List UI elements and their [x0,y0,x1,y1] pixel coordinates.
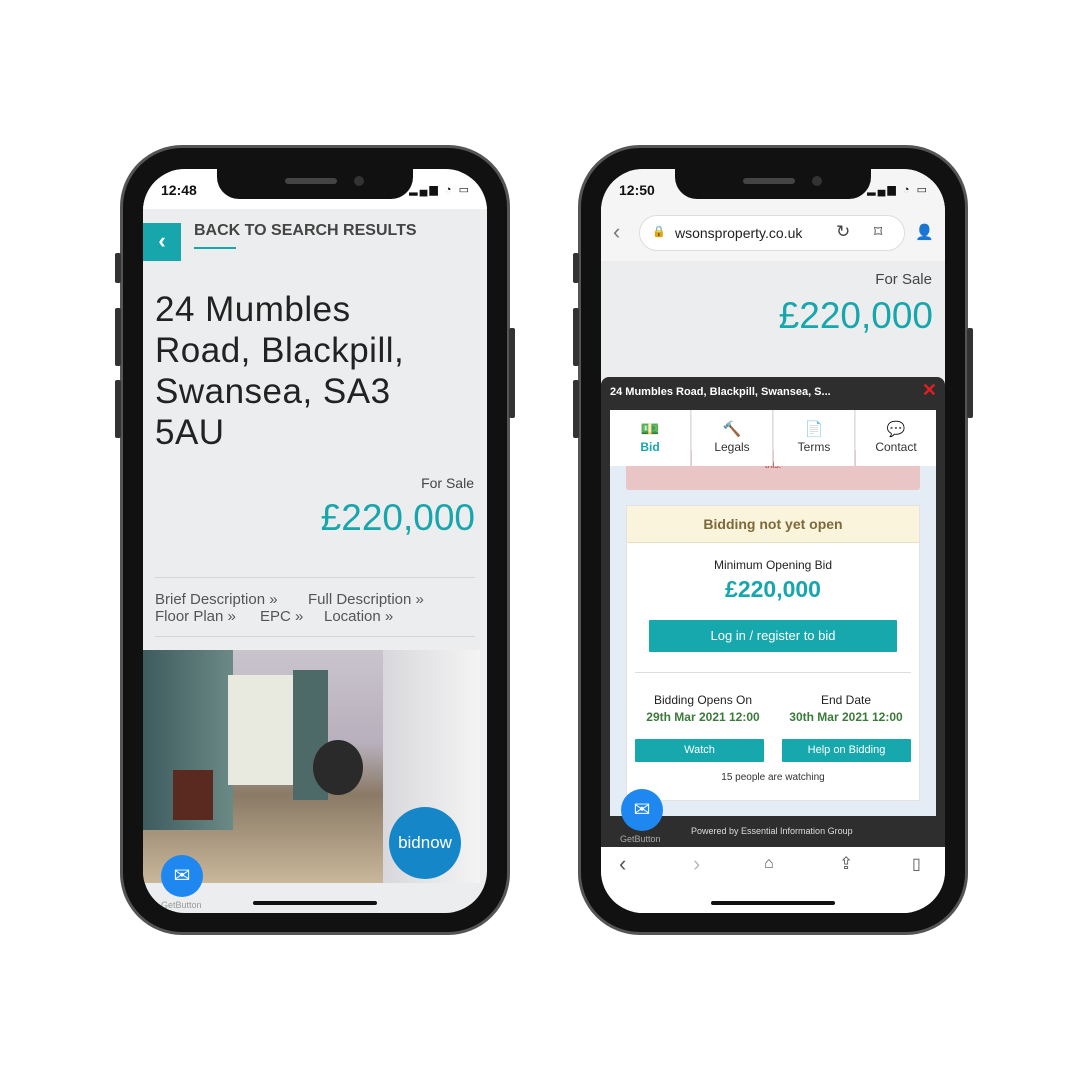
messenger-button[interactable]: ✉ [621,789,663,831]
powered-by: Powered by Essential Information Group [691,826,853,836]
back-to-results-link[interactable]: BACK TO SEARCH RESULTS [194,222,417,240]
end-label: End Date [820,693,872,707]
brief-description-link[interactable]: Brief Description » [155,591,278,608]
back-icon[interactable]: ‹ [613,219,620,245]
getbutton-label: GetButton [161,900,202,910]
help-on-bidding-button[interactable]: Help on Bidding [782,739,911,762]
page-title: 24 Mumbles Road, Blackpill, Swansea, SA3… [155,290,405,452]
for-sale-label: For Sale [421,475,474,491]
price: £220,000 [320,497,475,538]
tab-terms[interactable]: 📄 Terms [774,410,855,466]
tab-label: Terms [797,440,831,454]
bookmark-icon[interactable]: ⌑ [874,222,882,242]
url-text: wsonsproperty.co.uk [675,225,803,241]
login-register-button[interactable]: Log in / register to bid [649,620,897,652]
clock: 12:50 [619,182,655,198]
tab-label: Legals [714,440,750,454]
gavel-icon: 🔨 [722,421,742,438]
location-link[interactable]: Location » [324,608,393,625]
bid-panel: Bidding not yet open Minimum Opening Bid… [626,505,920,801]
signal-wifi-battery-icon: ▂▄▆ ◔ ▭ [409,184,471,196]
full-description-link[interactable]: Full Description » [308,591,424,608]
modal-body: this. 💵Bid 🔨Legals 📄Terms 💬Contact Biddi… [610,410,936,816]
clock: 12:48 [161,182,197,198]
money-icon: 💵 [640,421,660,438]
watch-button[interactable]: Watch [635,739,764,762]
bid-modal: 24 Mumbles Road, Blackpill, Swansea, S..… [601,377,945,847]
nav-back-icon[interactable]: ‹ [619,851,626,877]
min-bid-value: £220,000 [725,576,821,602]
chevron-left-icon: ‹ [158,228,166,253]
home-icon[interactable]: ⌂ [764,855,774,873]
watching-count: 15 people are watching [721,772,825,783]
left-phone: 12:48 ▂▄▆ ◔ ▭ ‹ BACK TO SEARCH RESULTS 2… [115,145,515,935]
bidnow-button[interactable]: bidnow [389,807,461,879]
opens-value: 29th Mar 2021 12:00 [646,710,760,724]
back-button[interactable]: ‹ [143,223,181,261]
address-bar[interactable]: 🔒 wsonsproperty.co.uk ↻ ⌑ [639,215,905,251]
getbutton-label: GetButton [620,834,661,844]
document-icon: 📄 [804,421,824,438]
min-bid-label: Minimum Opening Bid [713,558,833,572]
for-sale-label: For Sale [875,271,932,288]
signal-wifi-battery-icon: ▂▄▆ ◔ ▭ [867,184,929,196]
voice-icon[interactable]: 👤 [915,223,934,241]
tab-bid[interactable]: 💵 Bid [610,410,691,466]
bidnow-label-a: bid [398,833,421,852]
tab-label: Contact [875,440,917,454]
tabs-icon[interactable]: ▯ [912,854,921,874]
bidnow-label-b: now [420,833,452,852]
nav-forward-icon[interactable]: › [693,851,700,877]
chat-icon: 💬 [886,421,906,438]
tab-contact[interactable]: 💬 Contact [856,410,936,466]
price: £220,000 [778,295,933,336]
messenger-icon: ✉ [633,799,651,821]
tab-label: Bid [640,440,660,454]
messenger-icon: ✉ [173,865,191,887]
end-value: 30th Mar 2021 12:00 [789,710,903,724]
share-icon[interactable]: ⇪ [839,854,853,874]
epc-link[interactable]: EPC » [260,608,303,625]
tab-legals[interactable]: 🔨 Legals [692,410,773,466]
lock-icon: 🔒 [652,226,666,238]
status-banner: Bidding not yet open [627,506,919,543]
close-icon[interactable]: ✕ [922,380,937,401]
reload-icon[interactable]: ↻ [836,222,850,242]
opens-label: Bidding Opens On [653,693,753,707]
right-phone: 12:50 ▂▄▆ ◔ ▭ ‹ 🔒 wsonsproperty.co.uk ↻ … [573,145,973,935]
floor-plan-link[interactable]: Floor Plan » [155,608,236,625]
messenger-button[interactable]: ✉ [161,855,203,897]
modal-title: 24 Mumbles Road, Blackpill, Swansea, S..… [610,386,831,398]
